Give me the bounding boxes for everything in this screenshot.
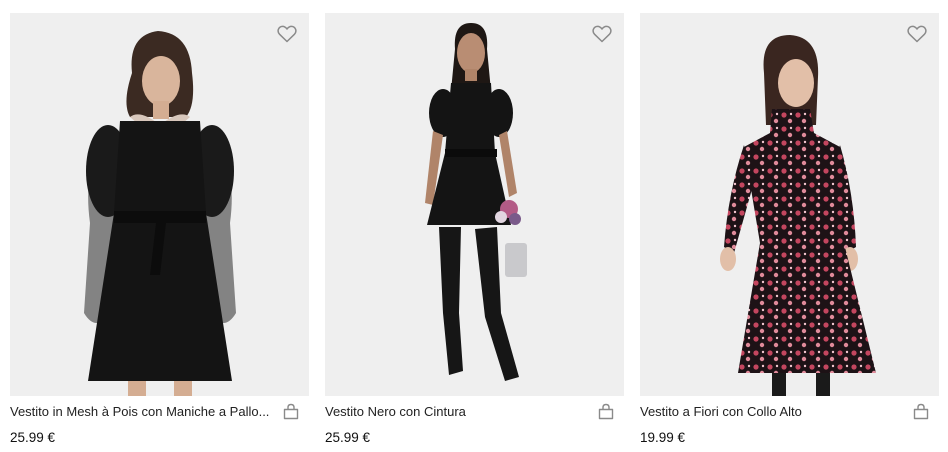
model-photo <box>425 23 527 381</box>
product-price: 25.99 € <box>10 430 56 445</box>
product-title-row: Vestito a Fiori con Collo Alto <box>640 402 939 422</box>
product-grid: Vestito in Mesh à Pois con Maniche a Pal… <box>10 13 939 452</box>
product-image[interactable] <box>640 13 939 396</box>
product-title[interactable]: Vestito in Mesh à Pois con Maniche a Pal… <box>10 403 278 420</box>
product-card[interactable]: Vestito a Fiori con Collo Alto 19.99 € <box>640 13 939 452</box>
product-image[interactable] <box>325 13 624 396</box>
product-card[interactable]: Vestito in Mesh à Pois con Maniche a Pal… <box>10 13 309 452</box>
heart-outline-icon[interactable] <box>592 25 612 43</box>
product-title-row: Vestito Nero con Cintura <box>325 402 624 422</box>
product-price: 19.99 € <box>640 430 686 445</box>
heart-outline-icon[interactable] <box>907 25 927 43</box>
model-photo <box>720 35 876 396</box>
shopping-bag-icon[interactable] <box>913 403 929 420</box>
shopping-bag-icon[interactable] <box>283 403 299 420</box>
heart-outline-icon[interactable] <box>277 25 297 43</box>
product-title[interactable]: Vestito Nero con Cintura <box>325 403 593 420</box>
product-price: 25.99 € <box>325 430 371 445</box>
product-title-row: Vestito in Mesh à Pois con Maniche a Pal… <box>10 402 309 422</box>
product-title[interactable]: Vestito a Fiori con Collo Alto <box>640 403 908 420</box>
product-image[interactable] <box>10 13 309 396</box>
shopping-bag-icon[interactable] <box>598 403 614 420</box>
product-card[interactable]: Vestito Nero con Cintura 25.99 € <box>325 13 624 452</box>
model-photo <box>84 31 236 396</box>
